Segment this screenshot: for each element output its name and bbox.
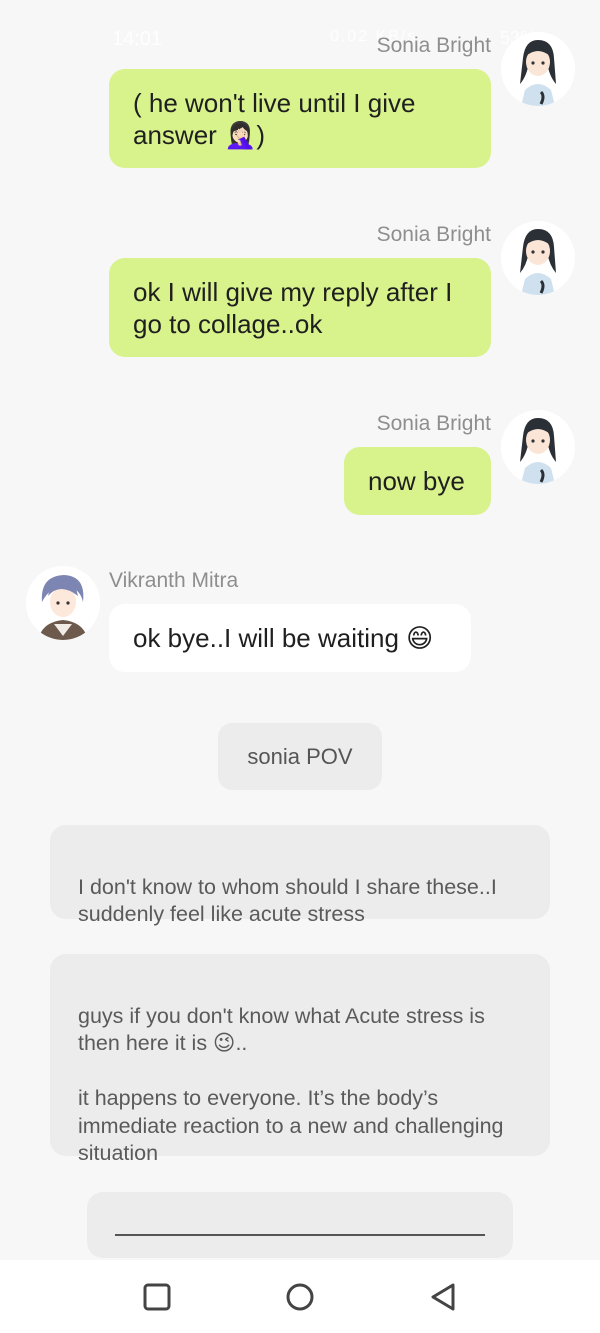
message-text: now bye: [368, 466, 465, 496]
message-bubble[interactable]: ( he won't live until I give answer 🤦🏻‍♀…: [109, 69, 491, 168]
sender-name: Sonia Bright: [376, 223, 491, 246]
sender-name: Sonia Bright: [376, 34, 491, 57]
sonia-avatar[interactable]: [501, 410, 575, 484]
message-bubble[interactable]: ok I will give my reply after I go to co…: [109, 258, 491, 357]
narration-block[interactable]: guys if you don't know what Acute stress…: [50, 954, 550, 1165]
vikranth-avatar[interactable]: [26, 566, 100, 640]
narration-block[interactable]: I don't know to whom should I share thes…: [50, 825, 550, 926]
narration-text: I don't know to whom should I share thes…: [78, 874, 497, 927]
boy-avatar-icon: [26, 566, 100, 640]
scene-label: sonia POV: [218, 723, 382, 790]
message-input[interactable]: [87, 1192, 513, 1258]
narration-text: guys if you don't know what Acute stress…: [78, 1003, 504, 1166]
message-text: ok bye..I will be waiting 😄: [133, 623, 434, 653]
system-navigation-bar: [0, 1260, 600, 1333]
message-text: ( he won't live until I give answer 🤦🏻‍♀…: [133, 88, 416, 150]
triangle-back-icon[interactable]: [428, 1282, 458, 1312]
sender-name: Sonia Bright: [376, 412, 491, 435]
message-text: ok I will give my reply after I go to co…: [133, 277, 453, 339]
message-bubble[interactable]: now bye: [344, 447, 491, 515]
sonia-avatar[interactable]: [501, 32, 575, 106]
sender-name: Vikranth Mitra: [109, 569, 239, 592]
square-icon[interactable]: [142, 1282, 172, 1312]
message-bubble[interactable]: ok bye..I will be waiting 😄: [109, 604, 471, 672]
status-time: 14:01: [112, 28, 163, 50]
circle-icon[interactable]: [285, 1282, 315, 1312]
girl-avatar-icon: [501, 410, 575, 484]
girl-avatar-icon: [501, 221, 575, 295]
girl-avatar-icon: [501, 32, 575, 106]
sonia-avatar[interactable]: [501, 221, 575, 295]
input-underline: [115, 1234, 485, 1236]
